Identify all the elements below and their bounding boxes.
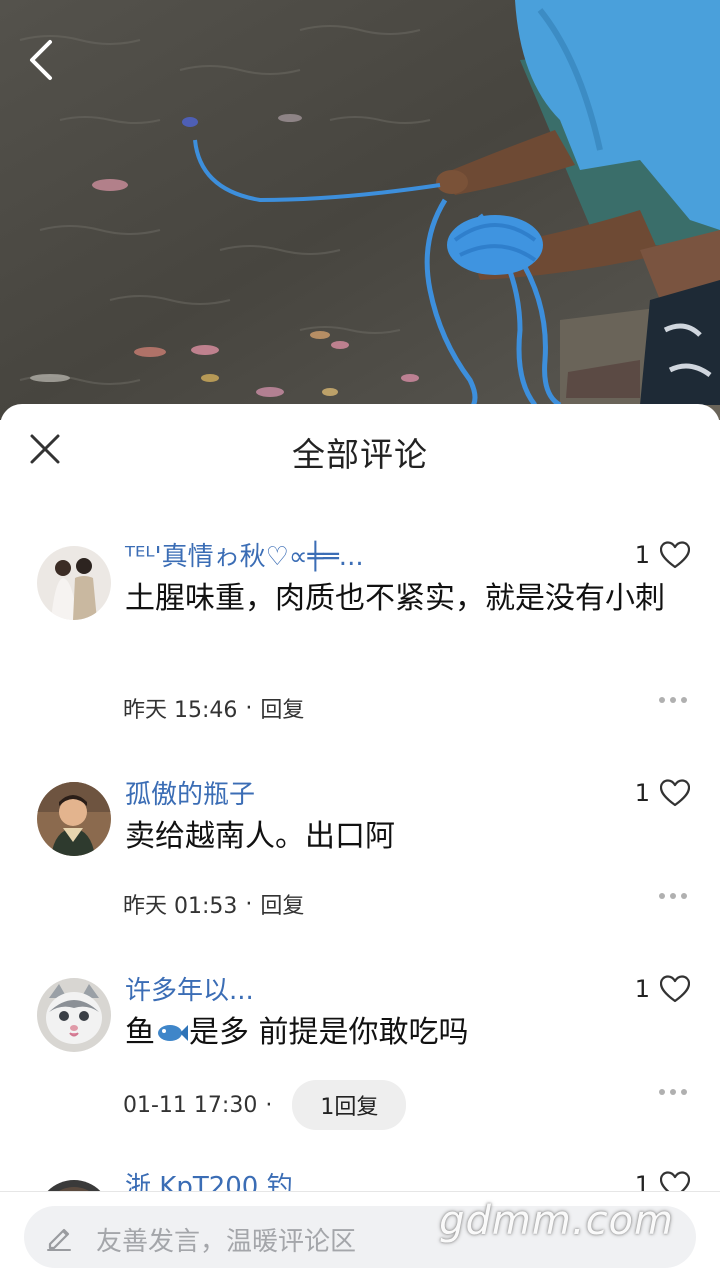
like-count: 1 <box>634 1171 650 1192</box>
comment-username[interactable]: 许多年以... <box>125 970 254 1007</box>
heart-icon <box>660 541 690 569</box>
sheet-title: 全部评论 <box>292 435 428 474</box>
heart-icon <box>660 975 690 1003</box>
comment-item: ᵀᴱᴸ'真情ゎ秋♡∝╪═... 1 土腥味重，肉质也不紧实，就是没有小刺 昨天 … <box>0 494 720 734</box>
comment-text: 土腥味重，肉质也不紧实，就是没有小刺 <box>125 581 665 616</box>
comments-sheet: 全部评论 ᵀᴱᴸ'真情ゎ秋♡∝╪═... 1 土腥味重，肉质也不紧实，就是没有小… <box>0 404 720 1280</box>
more-dots-icon <box>659 893 665 899</box>
comment-username[interactable]: ᵀᴱᴸ'真情ゎ秋♡∝╪═... <box>125 536 364 573</box>
watermark: gdmm.com <box>439 1198 674 1244</box>
heart-icon <box>660 779 690 807</box>
like-button[interactable]: 1 <box>635 538 690 572</box>
back-button[interactable] <box>22 38 62 82</box>
comment-text: 鱼 是多 前提是你敢吃吗 <box>125 1006 685 1060</box>
reply-button[interactable]: 回复 <box>260 692 304 724</box>
comment-username[interactable]: 浙 KpT200 钓... <box>125 1166 317 1192</box>
avatar-image <box>37 782 111 856</box>
sheet-header: 全部评论 <box>0 404 720 494</box>
like-count: 1 <box>634 541 650 569</box>
heart-icon <box>660 1171 690 1192</box>
more-button[interactable] <box>659 697 687 703</box>
separator-dot: · <box>245 695 253 721</box>
separator-dot: · <box>265 1092 273 1118</box>
avatar[interactable] <box>37 546 111 620</box>
pen-icon <box>47 1228 71 1251</box>
video-player[interactable] <box>0 0 720 420</box>
more-button[interactable] <box>659 1089 687 1095</box>
more-button[interactable] <box>659 893 687 899</box>
separator-dot: · <box>245 891 253 917</box>
more-dots-icon <box>659 697 665 703</box>
comment-time: 昨天 15:46 <box>123 698 238 723</box>
comment-meta: 01-11 17:30 · 1回复 <box>123 1080 407 1130</box>
comment-text: 卖给越南人。出口阿 <box>125 819 395 854</box>
comment-time: 01-11 17:30 <box>123 1092 258 1118</box>
comment-item: 浙 KpT200 钓... 1 <box>0 1166 720 1192</box>
avatar-image <box>37 978 111 1052</box>
more-dots-icon <box>659 1089 665 1095</box>
comment-time: 昨天 01:53 <box>123 894 238 919</box>
comment-item: 孤傲的瓶子 1 卖给越南人。出口阿 昨天 01:53 · 回复 <box>0 774 720 934</box>
fish-emoji-icon <box>158 1025 188 1041</box>
like-button[interactable]: 1 <box>635 776 690 810</box>
like-button[interactable]: 1 <box>635 972 690 1006</box>
reply-button[interactable]: 回复 <box>260 888 304 920</box>
like-count: 1 <box>634 779 650 807</box>
video-frame-image <box>0 0 720 420</box>
comment-item: 许多年以... 1 鱼 是多 前提是你敢吃吗 01-11 17:30 · 1回复 <box>0 970 720 1140</box>
like-button[interactable]: 1 <box>635 1168 690 1192</box>
comment-meta: 昨天 15:46 · 回复 <box>123 692 304 724</box>
avatar[interactable] <box>37 782 111 856</box>
screen: 全部评论 ᵀᴱᴸ'真情ゎ秋♡∝╪═... 1 土腥味重，肉质也不紧实，就是没有小… <box>0 0 720 1280</box>
comment-meta: 昨天 01:53 · 回复 <box>123 888 304 920</box>
comment-text-part: 鱼 <box>125 1015 155 1050</box>
comment-input-placeholder: 友善发言，温暖评论区 <box>96 1227 357 1257</box>
chevron-left-icon <box>30 40 52 80</box>
comment-text-part: 是多 前提是你敢吃吗 <box>189 1015 469 1050</box>
comment-list[interactable]: ᵀᴱᴸ'真情ゎ秋♡∝╪═... 1 土腥味重，肉质也不紧实，就是没有小刺 昨天 … <box>0 494 720 1192</box>
like-count: 1 <box>634 975 650 1003</box>
comment-username[interactable]: 孤傲的瓶子 <box>125 774 255 811</box>
avatar-image <box>37 546 111 620</box>
avatar[interactable] <box>37 978 111 1052</box>
view-replies-button[interactable]: 1回复 <box>292 1080 407 1130</box>
